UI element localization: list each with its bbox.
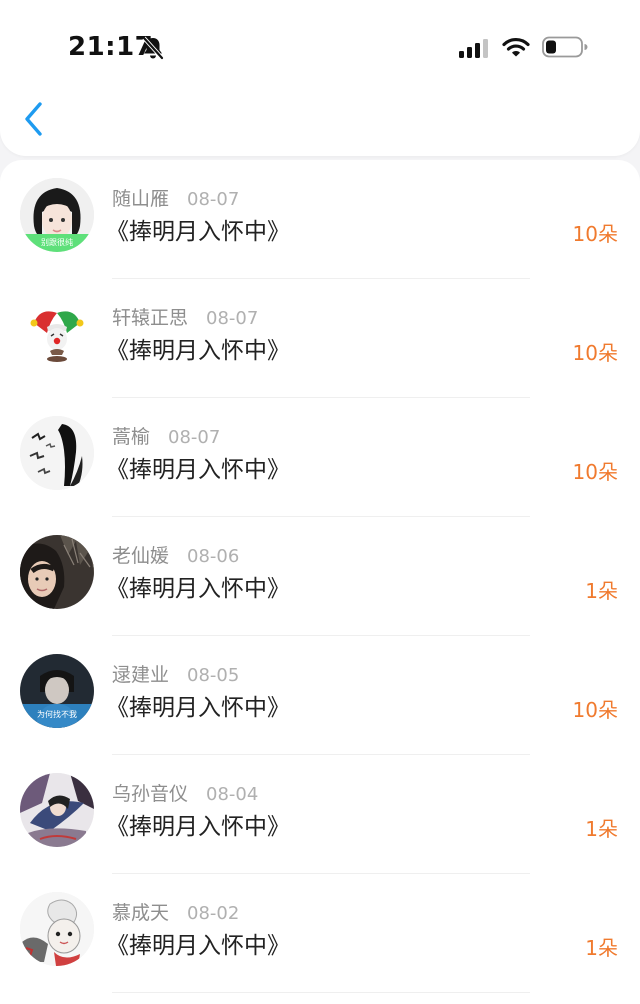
donor-name: 逯建业 [112, 664, 170, 686]
header: 21:17 [0, 0, 640, 156]
list-item[interactable]: 慕成天 08-02 《捧明月入怀中》 1朵 [0, 874, 640, 993]
gift-record-list: 别跟很纯 随山雁 08-07 《捧明月入怀中》 10朵 轩辕正思 08-07 《… [0, 160, 640, 1004]
gift-date: 08-04 [206, 784, 259, 805]
list-item[interactable]: 乌孙音仪 08-04 《捧明月入怀中》 1朵 [0, 755, 640, 874]
gift-amount: 1朵 [585, 817, 618, 841]
donor-name: 随山雁 [112, 188, 170, 210]
avatar [20, 892, 94, 966]
avatar [20, 416, 94, 490]
donor-name-line: 蒿榆 08-07 [112, 422, 220, 449]
gift-date: 08-07 [206, 308, 259, 329]
gift-amount: 10朵 [572, 460, 618, 484]
donor-name: 轩辕正思 [112, 307, 189, 329]
donor-name: 蒿榆 [112, 426, 151, 448]
gift-amount: 1朵 [585, 579, 618, 603]
avatar-caption: 别跟很纯 [41, 237, 73, 247]
work-title: 《捧明月入怀中》 [106, 933, 290, 959]
gift-amount: 1朵 [585, 936, 618, 960]
work-title: 《捧明月入怀中》 [106, 814, 290, 840]
gift-date: 08-07 [168, 427, 221, 448]
divider [112, 992, 530, 993]
donor-name-line: 慕成天 08-02 [112, 898, 239, 925]
donor-name: 老仙媛 [112, 545, 170, 567]
avatar [20, 773, 94, 847]
gift-date: 08-02 [187, 903, 240, 924]
avatar [20, 297, 94, 371]
donor-name-line: 老仙媛 08-06 [112, 541, 239, 568]
list-item[interactable]: 老仙媛 08-06 《捧明月入怀中》 1朵 [0, 517, 640, 636]
list-item[interactable]: 轩辕正思 08-07 《捧明月入怀中》 10朵 [0, 279, 640, 398]
work-title: 《捧明月入怀中》 [106, 219, 290, 245]
screen: 21:17 别跟很纯 随山雁 08-07 《捧明月入怀中》 10朵 轩辕正思 0… [0, 0, 640, 1004]
donor-name-line: 随山雁 08-07 [112, 184, 239, 211]
donor-name-line: 逯建业 08-05 [112, 660, 239, 687]
gift-amount: 10朵 [572, 222, 618, 246]
gift-amount: 10朵 [572, 698, 618, 722]
work-title: 《捧明月入怀中》 [106, 576, 290, 602]
work-title: 《捧明月入怀中》 [106, 338, 290, 364]
work-title: 《捧明月入怀中》 [106, 695, 290, 721]
bell-off-icon [142, 36, 164, 60]
donor-name: 乌孙音仪 [112, 783, 189, 805]
avatar [20, 535, 94, 609]
avatar: 为何找不我 [20, 654, 94, 728]
back-button[interactable] [18, 98, 52, 142]
wifi-icon [502, 37, 530, 57]
list-item[interactable]: 为何找不我 逯建业 08-05 《捧明月入怀中》 10朵 [0, 636, 640, 755]
cellular-signal-icon [459, 39, 488, 58]
donor-name: 慕成天 [112, 902, 170, 924]
list-item[interactable]: 蒿榆 08-07 《捧明月入怀中》 10朵 [0, 398, 640, 517]
gift-amount: 10朵 [572, 341, 618, 365]
list-item[interactable]: 别跟很纯 随山雁 08-07 《捧明月入怀中》 10朵 [0, 160, 640, 279]
gift-date: 08-07 [187, 189, 240, 210]
avatar: 别跟很纯 [20, 178, 94, 252]
gift-date: 08-05 [187, 665, 240, 686]
donor-name-line: 轩辕正思 08-07 [112, 303, 258, 330]
donor-name-line: 乌孙音仪 08-04 [112, 779, 258, 806]
avatar-caption: 为何找不我 [37, 709, 77, 719]
gift-date: 08-06 [187, 546, 240, 567]
battery-icon [542, 36, 588, 58]
work-title: 《捧明月入怀中》 [106, 457, 290, 483]
